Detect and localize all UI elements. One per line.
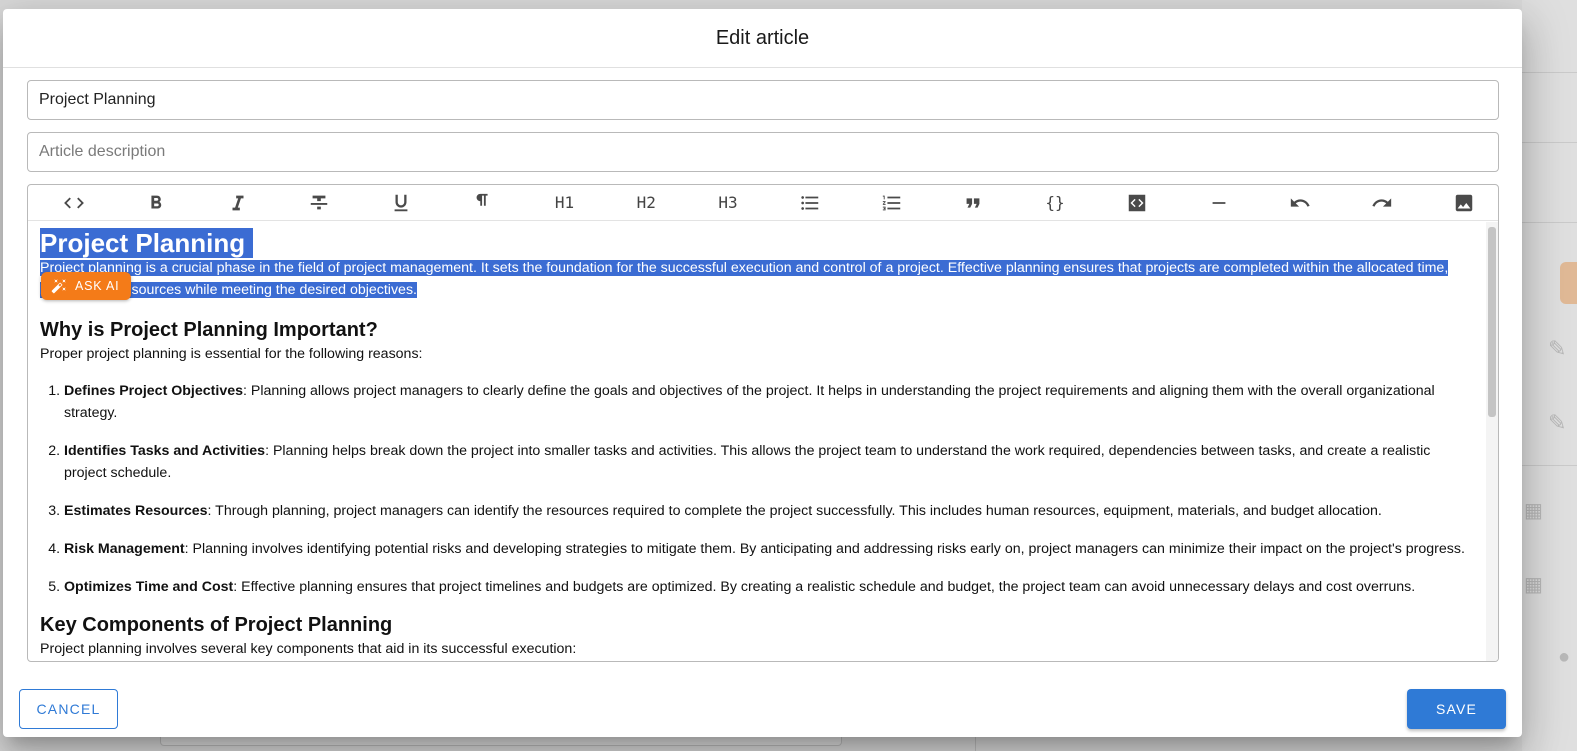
description-input[interactable] [39, 143, 1487, 161]
rich-text-editor[interactable]: H1 H2 H3 {} Project Planning Project pla… [27, 184, 1499, 662]
list-item-term: Estimates Resources [64, 503, 208, 519]
list-item-text: : Through planning, project managers can… [207, 503, 1382, 519]
reasons-intro-paragraph: Proper project planning is essential for… [40, 346, 423, 362]
ask-ai-label: ASK AI [75, 279, 120, 293]
list-item-text: : Effective planning ensures that projec… [233, 579, 1416, 595]
paragraph-icon[interactable] [463, 188, 503, 218]
bullet-list-icon[interactable] [790, 188, 830, 218]
list-item-text: : Planning allows project managers to cl… [64, 383, 1435, 421]
list-item: Defines Project Objectives: Planning all… [64, 380, 1466, 424]
title-input[interactable] [39, 91, 1487, 109]
ordered-list-icon[interactable] [872, 188, 912, 218]
list-item-text: : Planning involves identifying potentia… [184, 541, 1465, 557]
ask-ai-button[interactable]: ASK AI [41, 272, 132, 300]
editor-toolbar: H1 H2 H3 {} [28, 185, 1498, 221]
edit-article-dialog: Edit article H1 [3, 9, 1522, 737]
list-item: Estimates Resources: Through planning, p… [64, 500, 1466, 522]
blockquote-icon[interactable] [953, 188, 993, 218]
article-heading-key-components: Key Components of Project Planning [40, 614, 393, 636]
list-item-term: Identifies Tasks and Activities [64, 443, 266, 459]
article-heading-1: Project Planning [40, 228, 1466, 258]
italic-icon[interactable] [218, 188, 258, 218]
selected-intro-text: Project planning is a crucial phase in t… [40, 260, 1449, 298]
list-item-term: Risk Management [64, 541, 185, 557]
list-item: Identifies Tasks and Activities: Plannin… [64, 440, 1466, 484]
list-item: Optimizes Time and Cost: Effective plann… [64, 576, 1466, 598]
save-button[interactable]: SAVE [1407, 689, 1506, 729]
code-inline-button[interactable]: {} [1035, 188, 1075, 218]
list-item-term: Optimizes Time and Cost [64, 579, 234, 595]
dialog-header: Edit article [3, 9, 1522, 68]
heading-1-button[interactable]: H1 [545, 188, 585, 218]
article-intro-paragraph: Project planning is a crucial phase in t… [40, 257, 1466, 301]
components-intro-paragraph: Project planning involves several key co… [40, 641, 577, 657]
strikethrough-icon[interactable] [299, 188, 339, 218]
title-field[interactable] [27, 80, 1499, 120]
cancel-button[interactable]: CANCEL [19, 689, 118, 729]
editor-content[interactable]: Project Planning Project planning is a c… [28, 222, 1486, 661]
description-field[interactable] [27, 132, 1499, 172]
selected-heading-text: Project Planning [40, 228, 254, 258]
heading-3-button[interactable]: H3 [708, 188, 748, 218]
list-item-text: : Planning helps break down the project … [64, 443, 1431, 481]
list-item: Risk Management: Planning involves ident… [64, 538, 1466, 560]
dialog-title: Edit article [715, 26, 810, 49]
undo-icon[interactable] [1280, 188, 1320, 218]
horizontal-rule-icon[interactable] [1199, 188, 1239, 218]
code-icon[interactable] [54, 188, 94, 218]
code-block-icon[interactable] [1117, 188, 1157, 218]
list-item-term: Defines Project Objectives [64, 383, 243, 399]
redo-icon[interactable] [1362, 188, 1402, 218]
article-heading-why-important: Why is Project Planning Important? [40, 319, 378, 341]
bold-icon[interactable] [136, 188, 176, 218]
underline-icon[interactable] [381, 188, 421, 218]
magic-wand-icon [51, 279, 66, 294]
reasons-list: Defines Project Objectives: Planning all… [40, 380, 1466, 598]
editor-scrollbar-thumb[interactable] [1488, 227, 1496, 417]
heading-2-button[interactable]: H2 [626, 188, 666, 218]
image-icon[interactable] [1444, 188, 1484, 218]
